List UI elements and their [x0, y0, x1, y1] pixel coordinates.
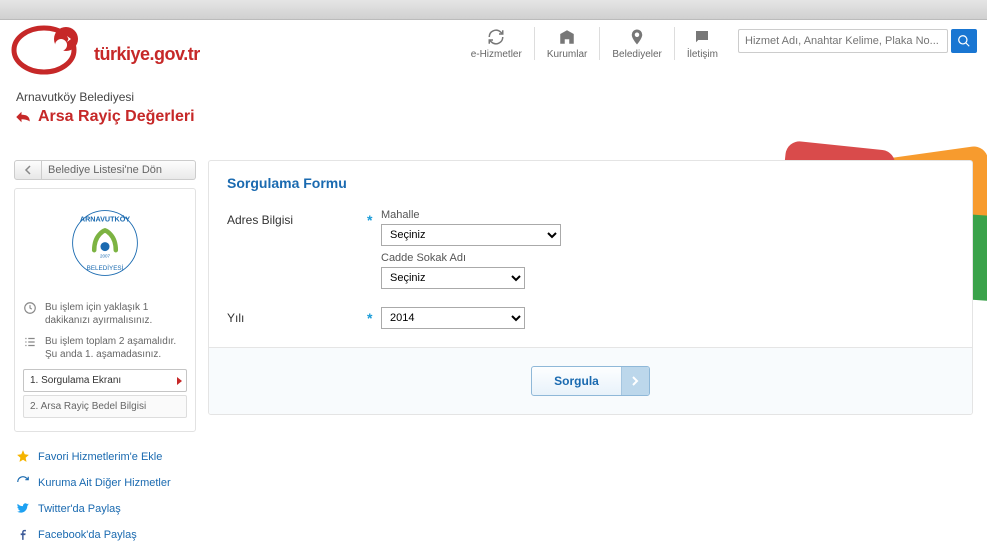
site-header: türkiye.gov.tr e-Hizmetler Kurumlar Bele… — [0, 20, 987, 80]
select-cadde[interactable]: Seçiniz — [381, 267, 525, 289]
return-arrow-icon — [14, 109, 32, 125]
twitter-icon — [16, 501, 32, 517]
submit-label: Sorgula — [532, 374, 621, 388]
page-title: Arsa Rayiç Değerleri — [38, 108, 195, 126]
sidelink-label: Favori Hizmetlerim'e Ekle — [38, 451, 162, 463]
form-row-address: Adres Bilgisi * Mahalle Seçiniz Cadde So… — [227, 209, 954, 289]
sidebar-card: ARNAVUTKÖY BELEDİYESİ 2007 Bu işlem için… — [14, 188, 196, 432]
back-label[interactable]: Belediye Listesi'ne Dön — [42, 160, 196, 180]
select-mahalle[interactable]: Seçiniz — [381, 224, 561, 246]
sidebar: Belediye Listesi'ne Dön ARNAVUTKÖY BELED… — [14, 160, 196, 548]
star-icon — [16, 449, 32, 465]
list-icon — [23, 335, 39, 361]
sidelink-facebook[interactable]: Facebook'da Paylaş — [14, 522, 196, 548]
info-duration: Bu işlem için yaklaşık 1 dakikanızı ayır… — [23, 301, 187, 327]
nav-label: e-Hizmetler — [471, 49, 522, 60]
services-icon — [16, 475, 32, 491]
nav-label: Kurumlar — [547, 49, 588, 60]
sidelink-favori[interactable]: Favori Hizmetlerim'e Ekle — [14, 444, 196, 470]
form-card: Sorgulama Formu Adres Bilgisi * Mahalle … — [208, 160, 973, 415]
info-text: Bu işlem için yaklaşık 1 dakikanızı ayır… — [45, 301, 187, 327]
submit-bar: Sorgula — [209, 347, 972, 414]
clock-icon — [23, 301, 39, 327]
sublabel-cadde: Cadde Sokak Adı — [381, 252, 954, 264]
step-item-1[interactable]: 1. Sorgulama Ekranı — [23, 369, 187, 392]
search-icon — [957, 34, 971, 48]
step-item-2[interactable]: 2. Arsa Rayiç Bedel Bilgisi — [23, 395, 187, 418]
search-input[interactable] — [738, 29, 948, 53]
info-text: Bu işlem toplam 2 aşamalıdır. Şu anda 1.… — [45, 335, 187, 361]
svg-text:BELEDİYESİ: BELEDİYESİ — [87, 263, 124, 272]
e-devlet-logo-icon — [10, 25, 98, 75]
search-wrap — [738, 29, 977, 53]
sublabel-mahalle: Mahalle — [381, 209, 954, 221]
refresh-icon — [486, 27, 506, 47]
chevron-right-icon — [621, 367, 649, 395]
nav-kurumlar[interactable]: Kurumlar — [535, 27, 601, 60]
nav-belediyeler[interactable]: Belediyeler — [600, 27, 674, 60]
submit-button[interactable]: Sorgula — [531, 366, 650, 396]
facebook-icon — [16, 527, 32, 543]
select-year[interactable]: 2014 — [381, 307, 525, 329]
site-logo[interactable]: türkiye.gov.tr — [10, 25, 200, 75]
chat-icon — [692, 27, 712, 47]
nav-label: İletişim — [687, 49, 718, 60]
steps-list: 1. Sorgulama Ekranı 2. Arsa Rayiç Bedel … — [23, 369, 187, 418]
field-label-address: Adres Bilgisi — [227, 209, 367, 227]
breadcrumb: Arnavutköy Belediyesi — [16, 90, 973, 104]
form-title: Sorgulama Formu — [227, 175, 954, 191]
map-pin-icon — [627, 27, 647, 47]
page-title-row: Arsa Rayiç Değerleri — [14, 108, 973, 126]
top-nav: e-Hizmetler Kurumlar Belediyeler İletişi… — [459, 27, 730, 60]
side-links: Favori Hizmetlerim'e Ekle Kuruma Ait Diğ… — [14, 444, 196, 548]
back-button[interactable] — [14, 160, 42, 180]
back-bar[interactable]: Belediye Listesi'ne Dön — [14, 160, 196, 180]
building-icon — [557, 27, 577, 47]
nav-iletisim[interactable]: İletişim — [675, 27, 730, 60]
nav-ehizmetler[interactable]: e-Hizmetler — [459, 27, 535, 60]
required-marker: * — [367, 209, 381, 228]
info-steps: Bu işlem toplam 2 aşamalıdır. Şu anda 1.… — [23, 335, 187, 361]
browser-chrome-bar — [0, 0, 987, 20]
sidelink-label: Kuruma Ait Diğer Hizmetler — [38, 477, 171, 489]
search-button[interactable] — [951, 29, 977, 53]
main-content: Sorgulama Formu Adres Bilgisi * Mahalle … — [208, 160, 973, 548]
site-name: türkiye.gov.tr — [94, 44, 200, 65]
svg-text:ARNAVUTKÖY: ARNAVUTKÖY — [80, 214, 130, 223]
sidelink-label: Facebook'da Paylaş — [38, 529, 137, 541]
chevron-left-icon — [23, 165, 33, 175]
svg-text:2007: 2007 — [100, 253, 111, 258]
nav-label: Belediyeler — [612, 49, 661, 60]
municipality-logo: ARNAVUTKÖY BELEDİYESİ 2007 — [23, 199, 187, 293]
form-row-year: Yılı * 2014 — [227, 307, 954, 329]
required-marker: * — [367, 307, 381, 326]
sidelink-twitter[interactable]: Twitter'da Paylaş — [14, 496, 196, 522]
sidelink-kuruma[interactable]: Kuruma Ait Diğer Hizmetler — [14, 470, 196, 496]
field-label-year: Yılı — [227, 307, 367, 325]
sidelink-label: Twitter'da Paylaş — [38, 503, 121, 515]
